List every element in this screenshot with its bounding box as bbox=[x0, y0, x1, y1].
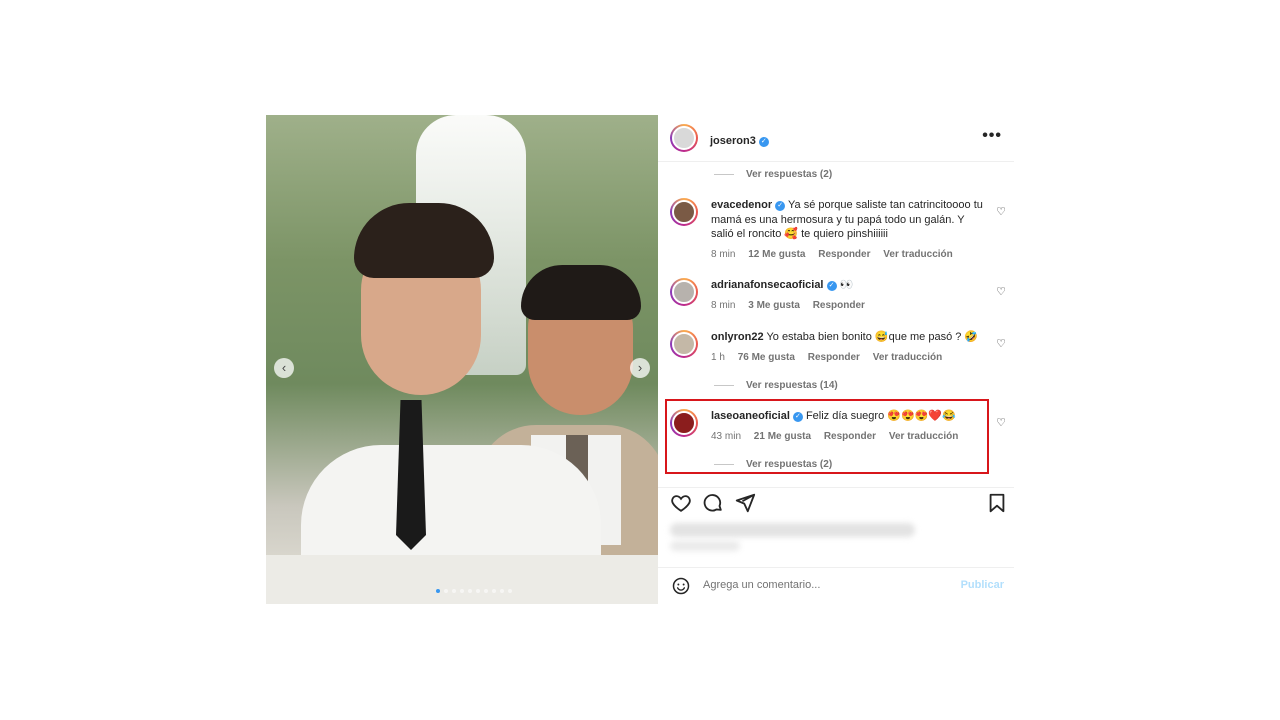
comment-likes[interactable]: 76 Me gusta bbox=[738, 352, 795, 363]
carousel-dot bbox=[444, 589, 448, 593]
post-date-blurred bbox=[670, 541, 740, 551]
carousel-dot bbox=[484, 589, 488, 593]
view-replies-button[interactable]: Ver respuestas (2) bbox=[714, 169, 832, 180]
post-actions bbox=[658, 487, 1014, 518]
replies-divider bbox=[714, 384, 734, 386]
publish-button[interactable]: Publicar bbox=[961, 579, 1004, 591]
verified-badge-icon: ✓ bbox=[758, 137, 769, 147]
add-comment-bar: Agrega un comentario... Publicar bbox=[658, 567, 1014, 605]
view-replies-label: Ver respuestas (14) bbox=[746, 380, 838, 391]
photo-figure bbox=[521, 265, 641, 320]
more-options-icon[interactable]: ••• bbox=[982, 127, 1002, 145]
carousel-dot bbox=[452, 589, 456, 593]
comment-meta: 8 min 3 Me gusta Responder bbox=[711, 300, 875, 311]
like-comment-heart-icon[interactable]: ♡ bbox=[996, 416, 1006, 429]
comments-panel: joseron3 ✓ ••• Ver respuestas (2) evacede… bbox=[658, 115, 1014, 604]
reply-button[interactable]: Responder bbox=[813, 300, 865, 311]
carousel-next-button[interactable]: › bbox=[630, 358, 650, 378]
heart-icon[interactable] bbox=[670, 492, 692, 514]
carousel-indicator bbox=[436, 589, 512, 593]
avatar[interactable] bbox=[670, 330, 698, 358]
photo-figure bbox=[354, 203, 494, 278]
carousel-dot bbox=[436, 589, 440, 593]
comment-meta: 1 h 76 Me gusta Responder Ver traducción bbox=[711, 352, 952, 363]
carousel-dot bbox=[492, 589, 496, 593]
carousel-dot bbox=[508, 589, 512, 593]
bookmark-icon[interactable] bbox=[986, 492, 1008, 514]
carousel-dot bbox=[476, 589, 480, 593]
translate-button[interactable]: Ver traducción bbox=[883, 249, 952, 260]
avatar[interactable] bbox=[670, 124, 698, 152]
view-replies-label: Ver respuestas (2) bbox=[746, 169, 833, 180]
comment-time: 8 min bbox=[711, 300, 736, 311]
post-header: joseron3 ✓ ••• bbox=[658, 115, 1014, 162]
translate-button[interactable]: Ver traducción bbox=[873, 352, 942, 363]
comment-icon[interactable] bbox=[702, 492, 724, 514]
like-comment-heart-icon[interactable]: ♡ bbox=[996, 205, 1006, 218]
emoji-icon[interactable] bbox=[672, 577, 690, 595]
avatar[interactable] bbox=[670, 278, 698, 306]
carousel-dot bbox=[500, 589, 504, 593]
comment-likes[interactable]: 3 Me gusta bbox=[748, 300, 800, 311]
comment-username[interactable]: adrianafonsecaoficial bbox=[711, 279, 824, 291]
comment-body: onlyron22 Yo estaba bien bonito 😅que me … bbox=[711, 330, 986, 345]
highlight-box bbox=[665, 399, 989, 474]
like-comment-heart-icon[interactable]: ♡ bbox=[996, 285, 1006, 298]
comment-text: Yo estaba bien bonito 😅que me pasó ? 🤣 bbox=[766, 331, 979, 343]
comment-body: adrianafonsecaoficial ✓ 👀 bbox=[711, 278, 986, 293]
share-icon[interactable] bbox=[734, 492, 756, 514]
photo-figure bbox=[396, 400, 426, 550]
comment-text: 👀 bbox=[839, 279, 854, 291]
comment-username[interactable]: onlyron22 bbox=[711, 331, 764, 343]
reply-button[interactable]: Responder bbox=[818, 249, 870, 260]
post-photo[interactable]: ‹ › bbox=[266, 115, 658, 604]
carousel-dot bbox=[468, 589, 472, 593]
carousel-prev-button[interactable]: ‹ bbox=[274, 358, 294, 378]
view-replies-button[interactable]: Ver respuestas (14) bbox=[714, 380, 838, 391]
post-author: joseron3 ✓ bbox=[710, 131, 769, 149]
comment-meta: 8 min 12 Me gusta Responder Ver traducci… bbox=[711, 249, 963, 260]
like-comment-heart-icon[interactable]: ♡ bbox=[996, 337, 1006, 350]
verified-badge-icon: ✓ bbox=[775, 201, 786, 211]
verified-badge-icon: ✓ bbox=[826, 281, 837, 291]
comment-input[interactable]: Agrega un comentario... bbox=[703, 579, 820, 591]
replies-divider bbox=[714, 173, 734, 175]
comment-time: 1 h bbox=[711, 352, 725, 363]
comment-username[interactable]: evacedenor bbox=[711, 199, 772, 211]
likes-summary-blurred bbox=[670, 523, 915, 537]
comment-time: 8 min bbox=[711, 249, 736, 260]
comment-likes[interactable]: 12 Me gusta bbox=[748, 249, 805, 260]
post-username[interactable]: joseron3 bbox=[710, 135, 756, 147]
photo-table bbox=[266, 555, 658, 604]
avatar[interactable] bbox=[670, 198, 698, 226]
carousel-dot bbox=[460, 589, 464, 593]
reply-button[interactable]: Responder bbox=[808, 352, 860, 363]
comment-body: evacedenor ✓ Ya sé porque saliste tan cat… bbox=[711, 198, 986, 242]
